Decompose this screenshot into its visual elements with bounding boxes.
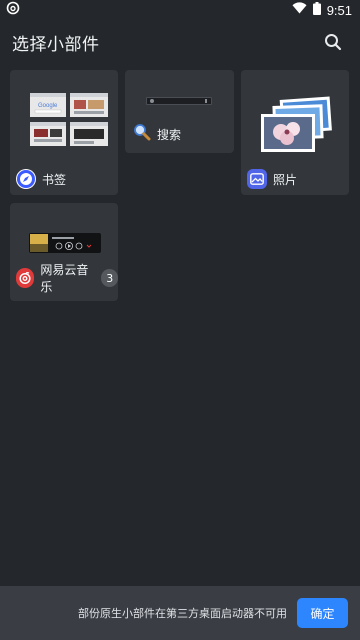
music-player-preview <box>29 233 101 253</box>
compatibility-note: 部份原生小部件在第三方桌面启动器不可用 <box>78 607 287 620</box>
page-title: 选择小部件 <box>12 34 100 55</box>
footer-bar: 部份原生小部件在第三方桌面启动器不可用 确定 <box>0 586 360 640</box>
status-bar: 9:51 <box>0 0 360 20</box>
music-label-row: 网易云音乐 3 <box>16 261 118 295</box>
confirm-button[interactable]: 确定 <box>297 598 348 628</box>
app-bar: 选择小部件 <box>0 24 360 60</box>
widget-label: 网易云音乐 <box>40 263 89 294</box>
search-label-row: 搜索 <box>133 123 181 145</box>
photos-label-row: 照片 <box>247 169 297 189</box>
widget-count-badge: 3 <box>101 269 118 287</box>
widget-label: 搜索 <box>157 127 182 142</box>
search-button[interactable] <box>320 29 346 55</box>
widget-search[interactable]: 搜索 <box>125 70 234 153</box>
battery-icon <box>312 1 321 19</box>
netease-notification-icon <box>6 1 20 19</box>
widget-photos[interactable]: 照片 <box>241 70 349 195</box>
bookmarks-label-row: 书签 <box>16 169 66 189</box>
widget-bookmarks[interactable]: Google 书签 <box>10 70 118 195</box>
magnifier-icon <box>133 123 151 145</box>
widget-label: 书签 <box>42 172 67 187</box>
search-preview-bar <box>146 97 212 105</box>
svg-text:Google: Google <box>38 103 58 109</box>
widget-netease-music[interactable]: 网易云音乐 3 <box>10 203 118 301</box>
netease-music-icon <box>16 268 35 288</box>
photo-icon <box>247 169 267 189</box>
status-right: 9:51 <box>292 1 352 19</box>
wifi-icon <box>292 2 307 18</box>
compass-icon <box>16 169 36 189</box>
status-time: 9:51 <box>326 2 352 18</box>
bookmarks-preview: Google <box>30 93 108 149</box>
search-icon <box>325 34 342 51</box>
widget-label: 照片 <box>273 172 298 187</box>
photos-preview <box>259 96 335 154</box>
status-left <box>6 1 20 19</box>
